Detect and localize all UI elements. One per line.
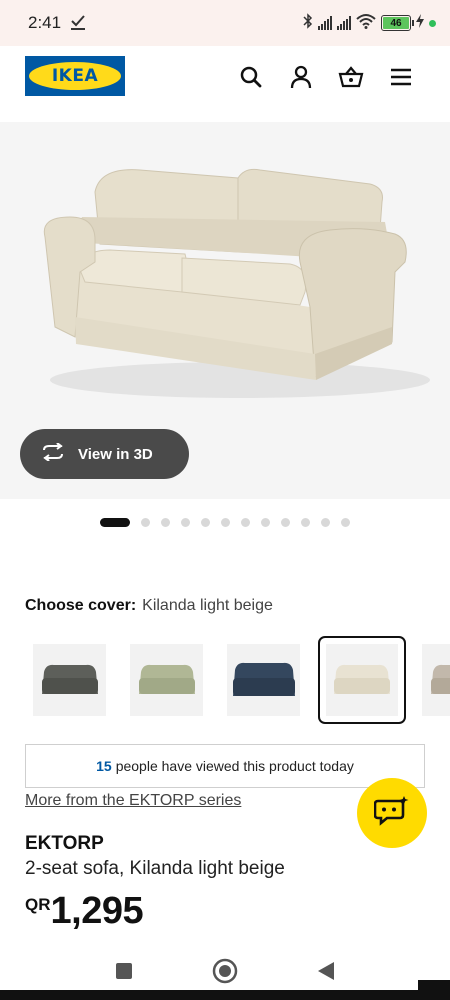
search-icon[interactable] bbox=[238, 64, 264, 90]
status-bar: 2:41 46 bbox=[0, 0, 450, 46]
recents-button[interactable] bbox=[111, 958, 137, 984]
signal-icon-2 bbox=[337, 16, 351, 30]
gallery-dot[interactable] bbox=[181, 518, 190, 527]
sofa-thumbnail bbox=[41, 664, 98, 694]
cover-swatch-dark-blue[interactable] bbox=[227, 644, 300, 716]
chat-sparkle-icon bbox=[373, 795, 410, 832]
choose-cover-label: Choose cover: bbox=[25, 597, 137, 614]
signal-icon bbox=[318, 16, 332, 30]
cover-swatch-kilanda-light-beige[interactable] bbox=[318, 636, 406, 724]
home-button[interactable] bbox=[212, 958, 238, 984]
view-in-3d-label: View in 3D bbox=[78, 445, 153, 463]
chat-assistant-button[interactable] bbox=[357, 778, 427, 848]
battery-icon: 46 bbox=[381, 15, 414, 31]
wifi-icon bbox=[356, 13, 376, 34]
status-time: 2:41 bbox=[28, 13, 62, 32]
basket-icon[interactable] bbox=[338, 64, 364, 90]
rotate-3d-icon bbox=[40, 442, 66, 465]
view-in-3d-button[interactable]: View in 3D bbox=[20, 429, 189, 479]
gallery-pagination bbox=[100, 518, 350, 527]
ikea-logo[interactable]: IKEA bbox=[25, 56, 125, 96]
menu-icon[interactable] bbox=[388, 64, 414, 90]
product-price: QR 1,295 bbox=[25, 890, 144, 933]
price-amount: 1,295 bbox=[50, 890, 144, 932]
sofa-thumbnail bbox=[334, 664, 390, 694]
cover-swatch-sage-green[interactable] bbox=[130, 644, 203, 716]
bottom-corner bbox=[418, 980, 450, 1000]
battery-level: 46 bbox=[383, 17, 409, 29]
gallery-dot[interactable] bbox=[221, 518, 230, 527]
gallery-dot[interactable] bbox=[341, 518, 350, 527]
sofa-thumbnail bbox=[138, 664, 195, 694]
price-currency: QR bbox=[25, 895, 51, 914]
cover-swatch-list bbox=[25, 636, 450, 724]
bluetooth-icon bbox=[303, 12, 313, 34]
views-text: people have viewed this product today bbox=[115, 758, 354, 774]
views-count: 15 bbox=[96, 758, 112, 774]
product-description: 2-seat sofa, Kilanda light beige bbox=[25, 858, 285, 879]
bottom-edge bbox=[0, 990, 450, 1000]
account-icon[interactable] bbox=[288, 64, 314, 90]
download-done-icon bbox=[70, 13, 86, 36]
gallery-dot[interactable] bbox=[201, 518, 210, 527]
gallery-dot[interactable] bbox=[321, 518, 330, 527]
logo-text: IKEA bbox=[51, 66, 99, 86]
gallery-dot[interactable] bbox=[141, 518, 150, 527]
series-link[interactable]: More from the EKTORP series bbox=[25, 792, 241, 810]
cover-swatch-striped[interactable] bbox=[422, 644, 450, 716]
site-header: IKEA bbox=[0, 46, 450, 122]
choose-cover-value: Kilanda light beige bbox=[142, 597, 273, 614]
gallery-dot[interactable] bbox=[261, 518, 270, 527]
gallery-dot[interactable] bbox=[301, 518, 310, 527]
product-image-gallery[interactable]: View in 3D bbox=[0, 122, 450, 499]
gallery-dot[interactable] bbox=[100, 518, 130, 527]
gallery-dot[interactable] bbox=[241, 518, 250, 527]
sofa-thumbnail bbox=[232, 662, 295, 696]
sofa-thumbnail bbox=[430, 664, 450, 694]
gallery-dot[interactable] bbox=[161, 518, 170, 527]
charging-icon bbox=[416, 13, 424, 33]
views-today-banner: 15 people have viewed this product today bbox=[25, 744, 425, 788]
privacy-indicator-dot bbox=[429, 19, 436, 27]
gallery-dot[interactable] bbox=[281, 518, 290, 527]
product-name: EKTORP bbox=[25, 833, 104, 854]
back-button[interactable] bbox=[313, 958, 339, 984]
choose-cover-heading: Choose cover: Kilanda light beige bbox=[25, 597, 273, 615]
cover-swatch-dark-gray[interactable] bbox=[33, 644, 106, 716]
